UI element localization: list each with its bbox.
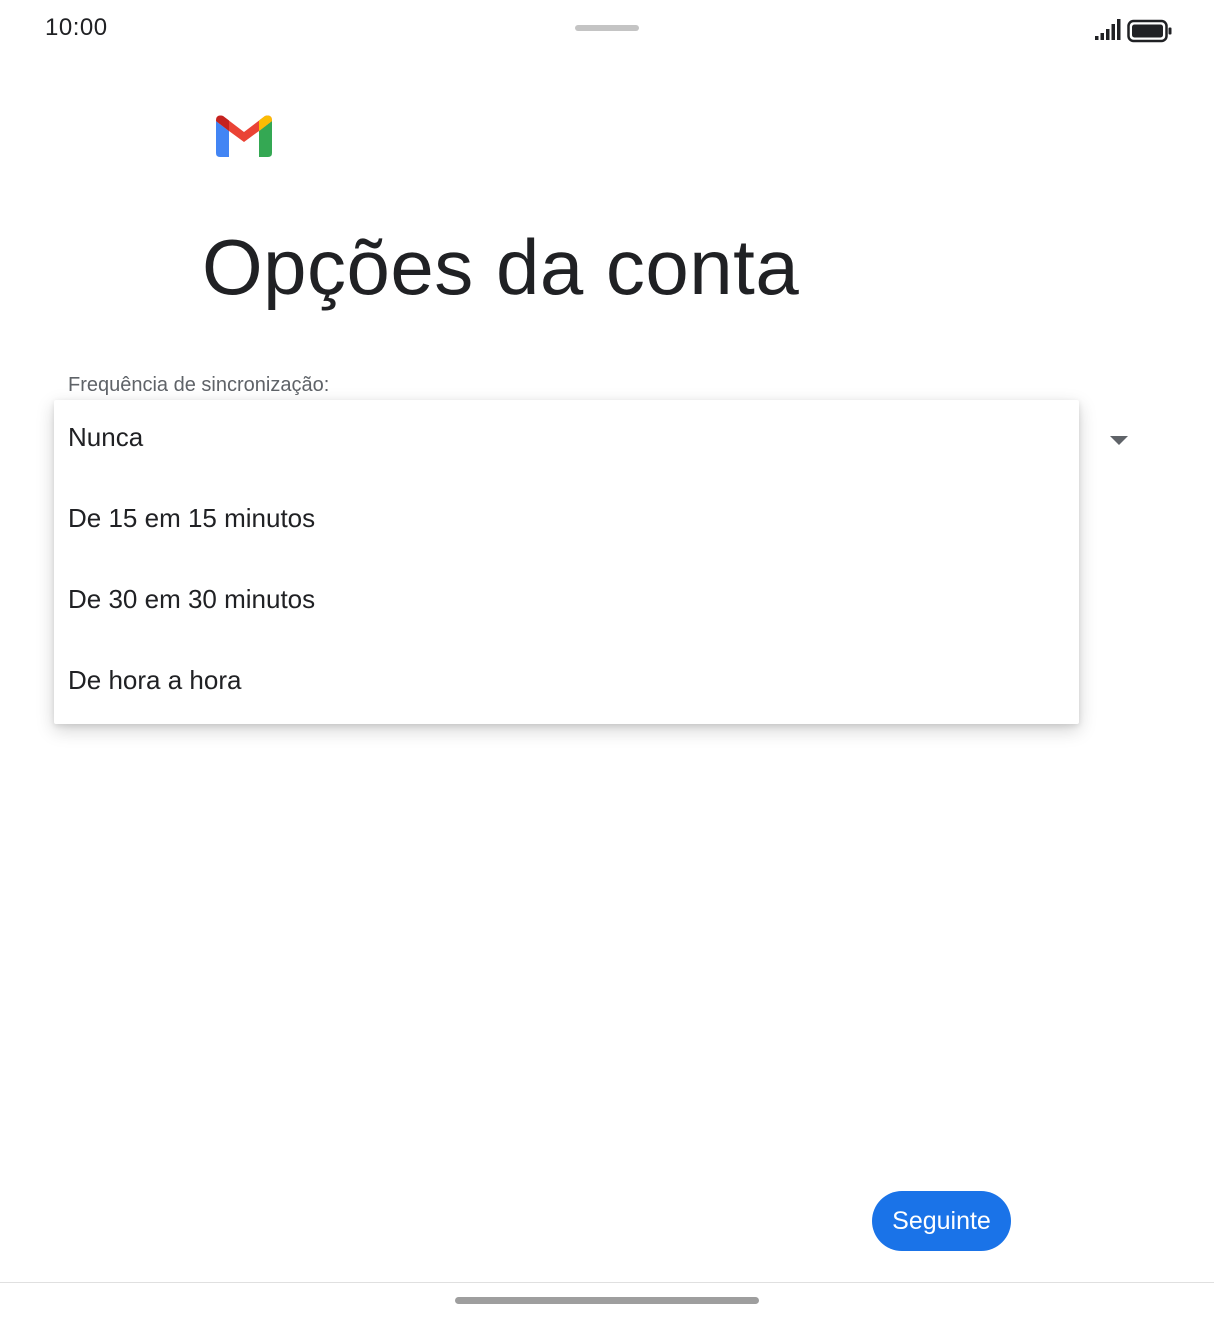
- top-drag-handle: [575, 25, 639, 31]
- sync-option-hourly[interactable]: De hora a hora: [54, 643, 1079, 724]
- sync-option-label: De 30 em 30 minutos: [68, 584, 316, 614]
- page-title: Opções da conta: [202, 223, 800, 311]
- battery-icon: [1127, 19, 1172, 43]
- bottom-divider: [0, 1282, 1214, 1283]
- sync-option-30-minutes[interactable]: De 30 em 30 minutos: [54, 562, 1079, 643]
- next-button[interactable]: Seguinte: [872, 1191, 1011, 1251]
- account-options-screen: 10:00 Opções da conta Frequência de sinc…: [0, 0, 1214, 1319]
- dropdown-arrow-icon[interactable]: [1110, 436, 1128, 445]
- gmail-logo-icon: [216, 115, 272, 157]
- home-indicator[interactable]: [455, 1297, 759, 1304]
- sync-option-15-minutes[interactable]: De 15 em 15 minutos: [54, 481, 1079, 562]
- sync-frequency-dropdown-menu: Nunca De 15 em 15 minutos De 30 em 30 mi…: [54, 400, 1079, 724]
- signal-icon: [1095, 19, 1121, 40]
- sync-frequency-label: Frequência de sincronização:: [68, 374, 330, 396]
- sync-option-label: De hora a hora: [68, 665, 242, 695]
- status-time: 10:00: [45, 14, 108, 41]
- sync-option-never[interactable]: Nunca: [54, 400, 1079, 481]
- sync-option-label: De 15 em 15 minutos: [68, 503, 316, 533]
- sync-option-label: Nunca: [68, 422, 144, 452]
